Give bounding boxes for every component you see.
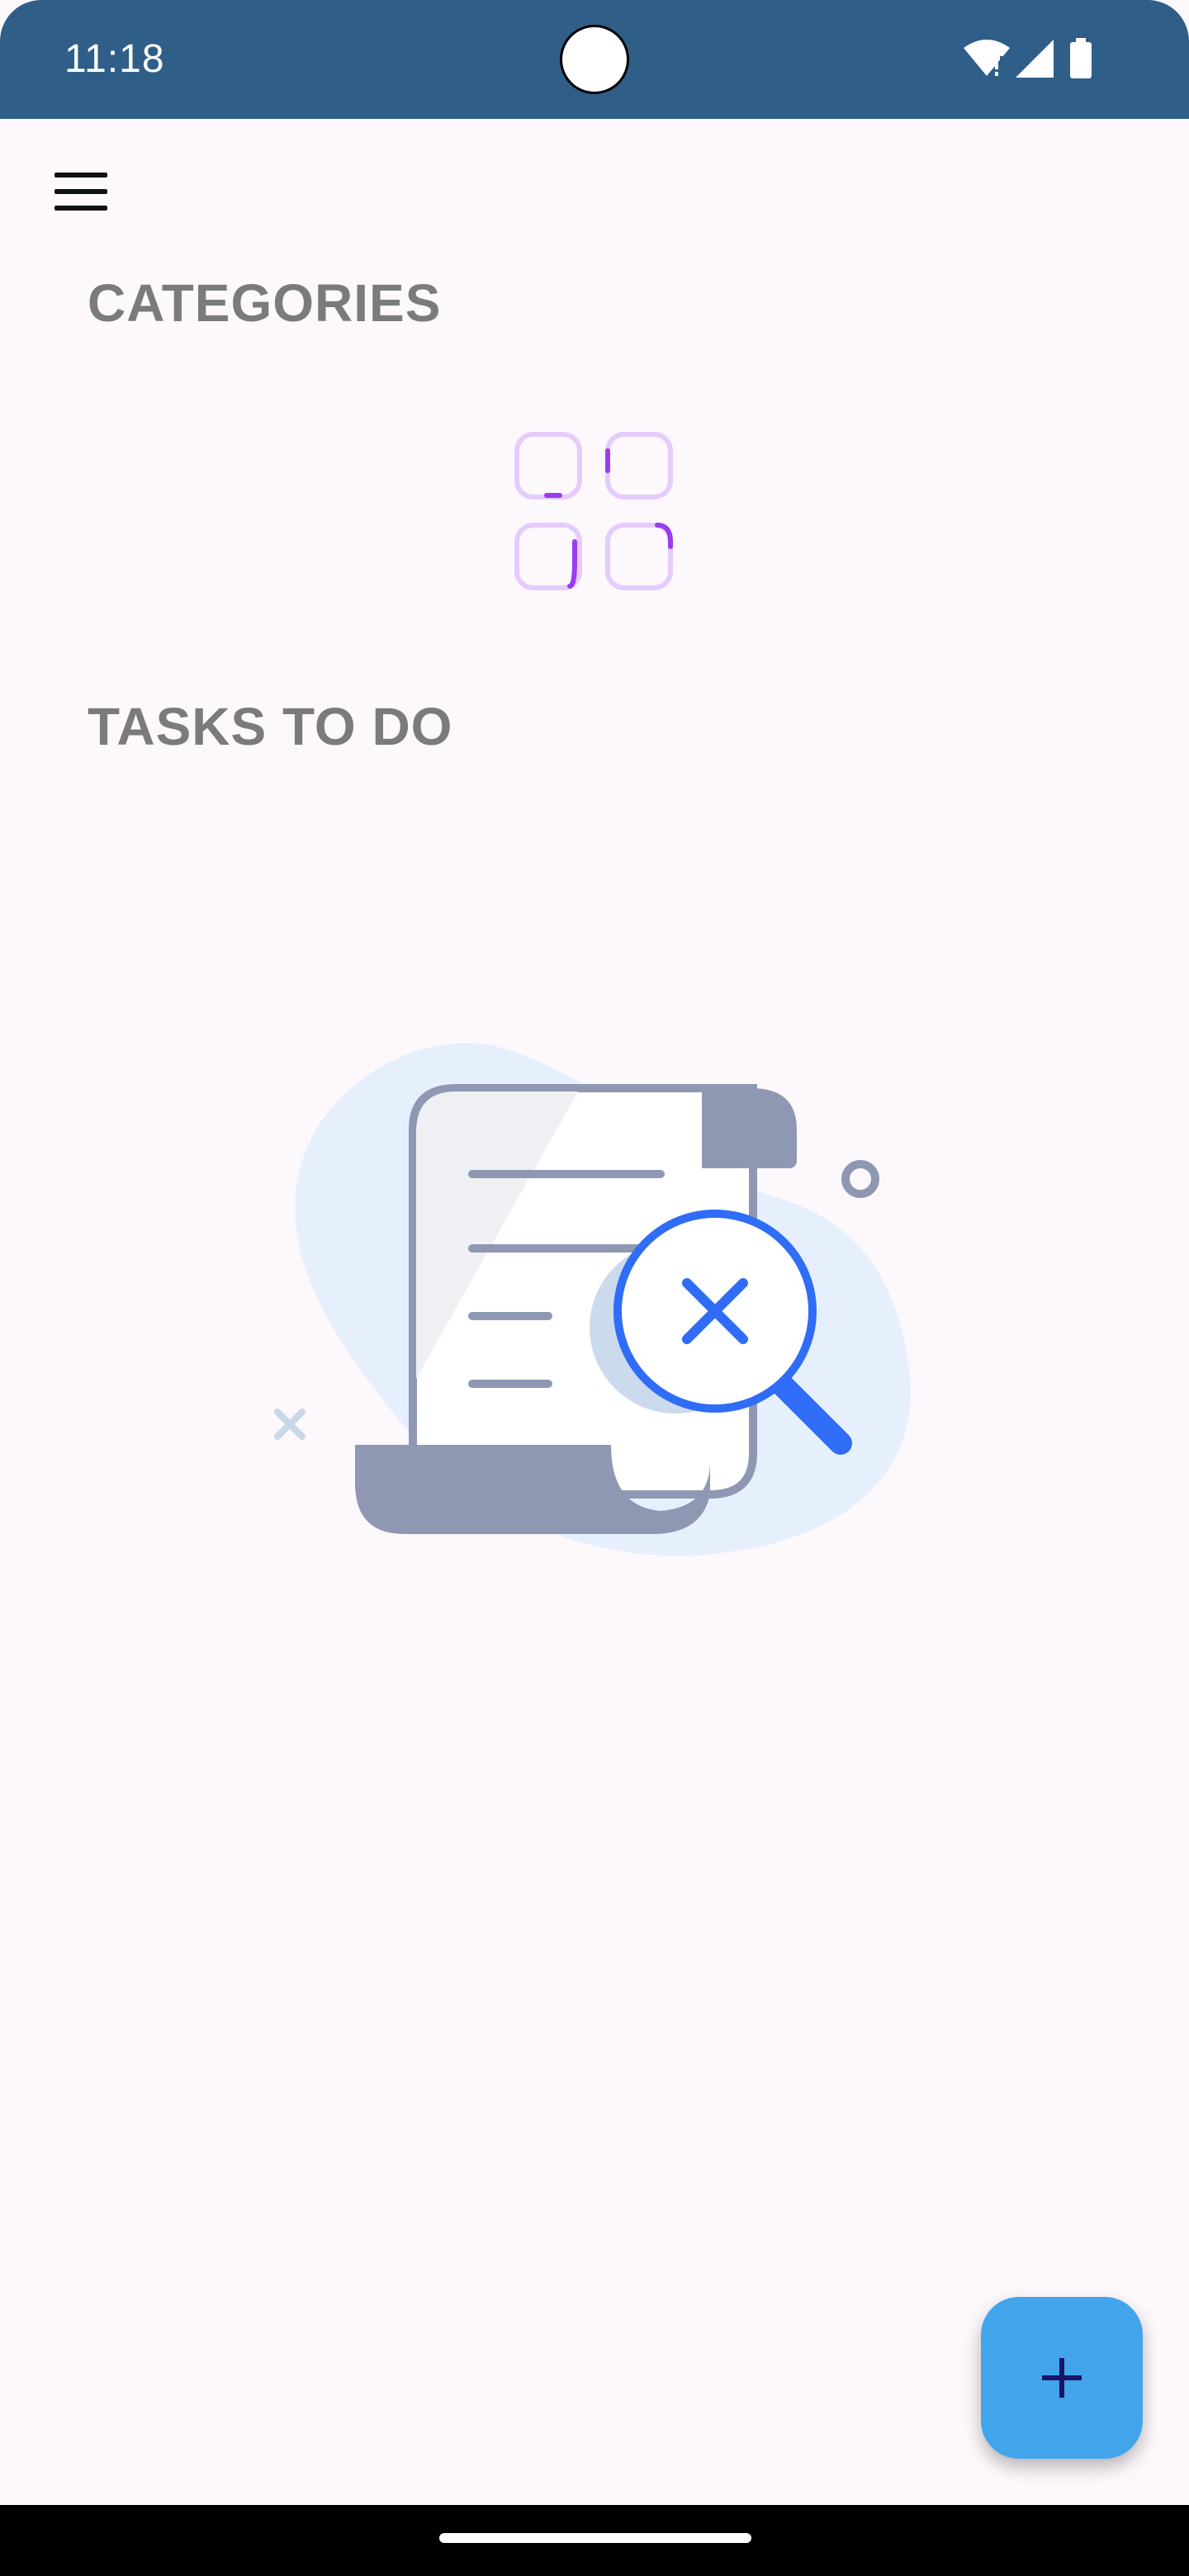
status-bar: 11:18 bbox=[0, 0, 1189, 119]
hamburger-menu-icon[interactable] bbox=[45, 162, 114, 221]
wifi-alert-icon bbox=[964, 40, 1010, 76]
plus-icon bbox=[1042, 2358, 1082, 2398]
decor-x-icon bbox=[274, 1409, 306, 1440]
home-indicator[interactable] bbox=[439, 2533, 751, 2543]
categories-title: CATEGORIES bbox=[88, 273, 442, 333]
signal-icon bbox=[1016, 40, 1054, 78]
tasks-title: TASKS TO DO bbox=[88, 697, 453, 756]
camera-cutout bbox=[560, 25, 629, 94]
status-time: 11:18 bbox=[64, 37, 165, 81]
categories-grid-icon bbox=[514, 432, 673, 590]
battery-icon bbox=[1070, 38, 1092, 78]
empty-tasks-illustration bbox=[274, 1043, 912, 1556]
add-task-button[interactable] bbox=[981, 2297, 1143, 2459]
decor-circle-icon bbox=[841, 1160, 879, 1198]
